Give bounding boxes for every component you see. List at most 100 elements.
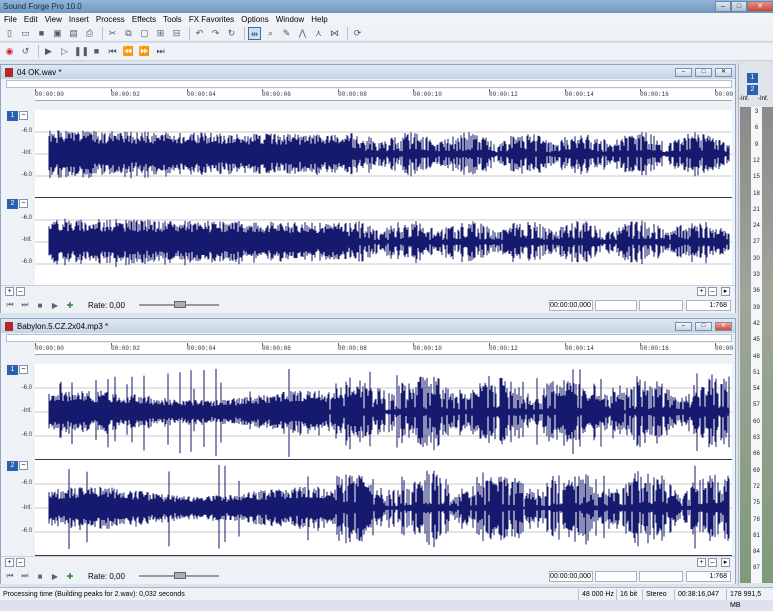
menu-file[interactable]: File: [4, 15, 17, 24]
stop-icon[interactable]: ■: [34, 572, 46, 581]
paste-icon[interactable]: ▢: [138, 27, 151, 40]
loop-icon[interactable]: ↺: [19, 45, 32, 58]
waveform-channel-1[interactable]: [35, 110, 732, 198]
trim-icon[interactable]: ⊟: [170, 27, 183, 40]
overview-bar[interactable]: [6, 334, 732, 342]
channel-2-badge[interactable]: 2: [7, 199, 18, 209]
channel-1-minimize-button[interactable]: –: [19, 111, 28, 120]
window-close-button[interactable]: ✕: [715, 67, 732, 77]
pause-icon[interactable]: ❚❚: [74, 45, 89, 58]
open-icon[interactable]: ▭: [19, 27, 32, 40]
redo-icon[interactable]: ↷: [209, 27, 222, 40]
close-button[interactable]: ✕: [747, 1, 773, 12]
meter-channel-2-badge[interactable]: 2: [747, 85, 758, 95]
zoom-out-button[interactable]: –: [16, 558, 25, 567]
minimize-button[interactable]: –: [715, 1, 731, 12]
record-icon[interactable]: ◉: [3, 45, 16, 58]
menu-process[interactable]: Process: [96, 15, 125, 24]
stop-icon[interactable]: ■: [34, 301, 46, 310]
waveform-channel-2[interactable]: [35, 460, 732, 556]
horizontal-scroll-bar[interactable]: + – + – ▸: [1, 285, 735, 297]
meter-channel-1-badge[interactable]: 1: [747, 73, 758, 83]
play-icon[interactable]: ▷: [58, 45, 71, 58]
channel-2-minimize-button[interactable]: –: [19, 199, 28, 208]
menu-insert[interactable]: Insert: [69, 15, 89, 24]
go-to-start-icon[interactable]: ⏮: [4, 300, 16, 310]
pencil-tool-icon[interactable]: ✎: [280, 27, 293, 40]
cursor-position-field[interactable]: 00:00:00,000: [549, 570, 593, 582]
time-ruler[interactable]: 00:00:00 00:00:02 00:00:04 00:00:06 00:0…: [35, 89, 733, 101]
cut-icon[interactable]: ✂: [106, 27, 119, 40]
window-minimize-button[interactable]: –: [675, 67, 692, 77]
mix-icon[interactable]: ⊞: [154, 27, 167, 40]
selection-length-field[interactable]: [639, 299, 683, 311]
menu-fx-favorites[interactable]: FX Favorites: [189, 15, 234, 24]
save-icon[interactable]: ■: [35, 27, 48, 40]
menu-tools[interactable]: Tools: [163, 15, 182, 24]
horizontal-scroll-bar[interactable]: + – + – ▸: [1, 556, 735, 568]
zoom-out-button[interactable]: –: [16, 287, 25, 296]
playback-rate-slider[interactable]: [139, 572, 219, 579]
channel-1-minimize-button[interactable]: –: [19, 365, 28, 374]
time-ruler[interactable]: 00:00:00 00:00:02 00:00:04 00:00:06 00:0…: [35, 343, 733, 355]
overview-bar[interactable]: [6, 80, 732, 88]
zoom-in-horizontal-button[interactable]: +: [697, 287, 706, 296]
play-icon[interactable]: ▶: [49, 572, 61, 581]
magnify-tool-icon[interactable]: ⌕: [264, 27, 277, 40]
channel-2-badge[interactable]: 2: [7, 461, 18, 471]
scroll-right-button[interactable]: ▸: [721, 558, 730, 567]
playback-rate-slider[interactable]: [139, 301, 219, 308]
envelope-tool-icon[interactable]: ⋀: [296, 27, 309, 40]
channel-1-badge[interactable]: 1: [7, 111, 18, 121]
selection-end-field[interactable]: [595, 299, 637, 311]
play-all-icon[interactable]: ▶: [42, 45, 55, 58]
menu-options[interactable]: Options: [241, 15, 269, 24]
menu-edit[interactable]: Edit: [24, 15, 38, 24]
print-icon[interactable]: ⎙: [83, 27, 96, 40]
fast-forward-icon[interactable]: ⏩: [138, 45, 151, 58]
go-to-start-icon[interactable]: ⏮: [106, 45, 119, 58]
zoom-out-horizontal-button[interactable]: –: [708, 558, 717, 567]
menu-effects[interactable]: Effects: [132, 15, 156, 24]
zoom-ratio-field[interactable]: 1:768: [686, 299, 731, 311]
menu-help[interactable]: Help: [311, 15, 327, 24]
scrub-tool-icon[interactable]: ⋈: [328, 27, 341, 40]
go-to-end-icon[interactable]: ⏭: [154, 45, 167, 58]
edit-tool-icon[interactable]: ⇹: [248, 26, 261, 40]
go-to-end-icon[interactable]: ⏭: [19, 300, 31, 310]
add-marker-icon[interactable]: ✚: [64, 301, 76, 310]
event-tool-icon[interactable]: ⋏: [312, 27, 325, 40]
zoom-ratio-field[interactable]: 1:768: [686, 570, 731, 582]
zoom-in-button[interactable]: +: [5, 287, 14, 296]
undo-icon[interactable]: ↶: [193, 27, 206, 40]
zoom-in-button[interactable]: +: [5, 558, 14, 567]
repeat-icon[interactable]: ↻: [225, 27, 238, 40]
snap-icon[interactable]: ⟳: [351, 27, 364, 40]
slider-knob[interactable]: [174, 301, 186, 308]
waveform-channel-1[interactable]: [35, 364, 732, 460]
menu-window[interactable]: Window: [276, 15, 304, 24]
zoom-out-horizontal-button[interactable]: –: [708, 287, 717, 296]
window-restore-button[interactable]: □: [695, 67, 712, 77]
selection-length-field[interactable]: [639, 570, 683, 582]
render-icon[interactable]: ▤: [67, 27, 80, 40]
stop-icon[interactable]: ■: [90, 45, 103, 58]
copy-icon[interactable]: ⧉: [122, 27, 135, 40]
selection-end-field[interactable]: [595, 570, 637, 582]
go-to-start-icon[interactable]: ⏮: [4, 571, 16, 581]
rewind-icon[interactable]: ⏪: [122, 45, 135, 58]
cursor-position-field[interactable]: 00:00:00,000: [549, 299, 593, 311]
add-marker-icon[interactable]: ✚: [64, 572, 76, 581]
maximize-button[interactable]: □: [731, 1, 747, 12]
waveform-channel-2[interactable]: [35, 198, 732, 286]
menu-view[interactable]: View: [45, 15, 62, 24]
play-icon[interactable]: ▶: [49, 301, 61, 310]
scroll-right-button[interactable]: ▸: [721, 287, 730, 296]
window-close-button[interactable]: ✕: [715, 321, 732, 331]
channel-2-minimize-button[interactable]: –: [19, 461, 28, 470]
new-icon[interactable]: ▯: [3, 27, 16, 40]
save-all-icon[interactable]: ▣: [51, 27, 64, 40]
zoom-in-horizontal-button[interactable]: +: [697, 558, 706, 567]
window-restore-button[interactable]: □: [695, 321, 712, 331]
window-minimize-button[interactable]: –: [675, 321, 692, 331]
